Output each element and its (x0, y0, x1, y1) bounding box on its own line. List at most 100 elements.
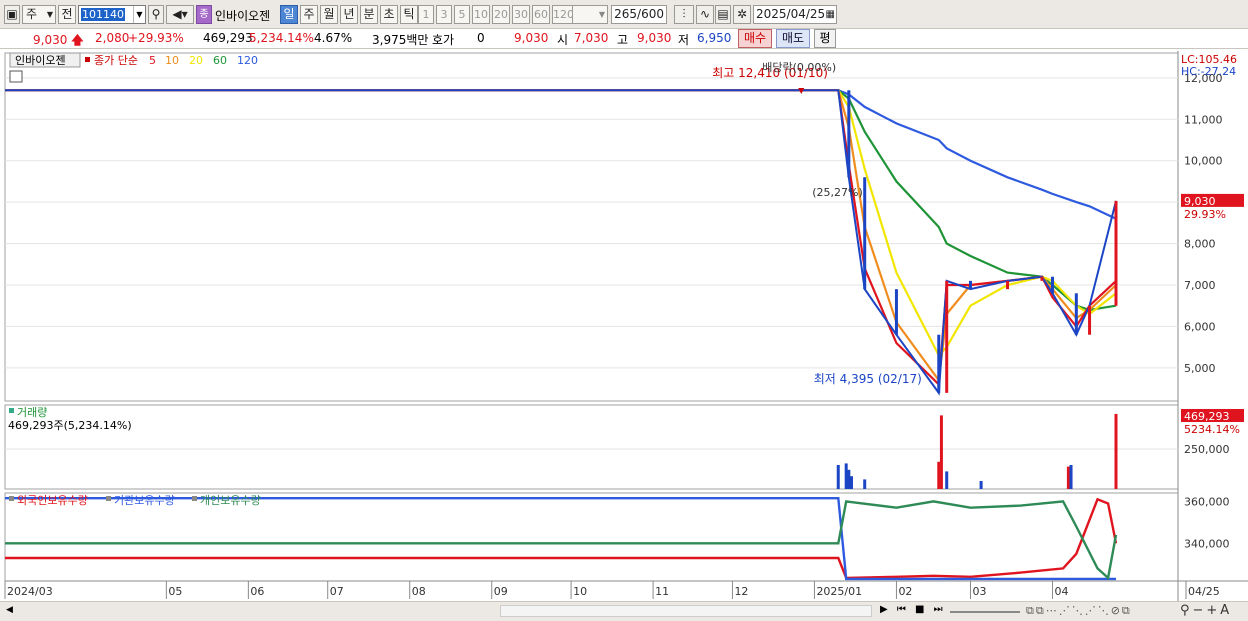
period-tab-3[interactable]: 년 (340, 5, 358, 24)
current-price: 9,030 🡅 (33, 33, 84, 47)
hc-label: HC:-27.24 (1181, 65, 1236, 78)
scroll-thumb[interactable] (500, 605, 872, 617)
x-axis-label: 02 (898, 585, 912, 598)
period-tab-2[interactable]: 월 (320, 5, 338, 24)
indicator-marker (85, 57, 90, 62)
chart-layout-icon[interactable]: ▣ (4, 5, 20, 24)
grid-toggle-icon (9, 70, 23, 83)
gear-icon[interactable]: ✲ (733, 5, 751, 24)
x-axis-label: 12 (734, 585, 748, 598)
low-annotation: 최저 4,395 (02/17) (814, 372, 922, 386)
date-value: 2025/04/25 (756, 7, 826, 21)
minute-tab-1[interactable]: 1 (418, 5, 434, 24)
minute-tab-30[interactable]: 30 (512, 5, 530, 24)
price-tick-label: 8,000 (1184, 238, 1216, 251)
period-unit-select[interactable]: 주 ▼ (22, 5, 56, 24)
x-axis-label: 2024/03 (7, 585, 53, 598)
date-field[interactable]: 2025/04/25 ▦ (753, 5, 837, 24)
price-change: 2,080 (95, 31, 130, 45)
high-label: 고 (617, 33, 629, 47)
ma-legend-20: 20 (189, 54, 203, 67)
interval-select[interactable]: ▼ (572, 5, 608, 24)
sell-button[interactable]: 매도 (776, 29, 810, 48)
playback-controls[interactable]: ▶ ⏮ ■ ⏭ (880, 604, 946, 615)
line-draw-icon[interactable]: ∿ (696, 5, 714, 24)
candle-type-icon[interactable]: ⫶ (674, 5, 694, 24)
ma-legend-5: 5 (149, 54, 156, 67)
period-tab-4[interactable]: 분 (360, 5, 378, 24)
turnover-rate: 4.67% (314, 31, 353, 45)
zoom-controls[interactable]: ⚲−+A (1180, 603, 1232, 618)
bottom-toolbar: ◀ ▶ ⏮ ■ ⏭ ⧉⧉⋯⋰⋱⋰⋱⊘⧉ ⚲−+A (0, 601, 1248, 621)
ma-legend-60: 60 (213, 54, 227, 67)
indicator-label: 종가 단순 (94, 54, 138, 67)
zoom-slider[interactable] (950, 611, 1020, 613)
holdings-tick-label: 340,000 (1184, 537, 1230, 550)
period-unit-label: 주 (26, 7, 38, 21)
volume-bar (849, 476, 853, 489)
holdings-marker (192, 496, 197, 501)
volume-bar (1069, 465, 1073, 489)
stock-code-value: 101140 (81, 8, 125, 21)
volume-bar (1066, 466, 1070, 489)
volume-tag-pct: 5234.14% (1184, 423, 1240, 436)
sound-icon[interactable]: ◀▾ (166, 5, 194, 24)
ma-legend-120: 120 (237, 54, 258, 67)
bar-count-total: /600 (637, 7, 664, 21)
drop-annotation: (25,27%) (812, 186, 863, 199)
minute-tab-10[interactable]: 10 (472, 5, 490, 24)
volume-bar (1114, 413, 1118, 489)
price-tick-label: 5,000 (1184, 362, 1216, 375)
calendar-icon[interactable]: ▦ (826, 6, 835, 23)
x-axis-label: 06 (250, 585, 264, 598)
up-arrow-icon: 🡅 (71, 33, 84, 47)
hoga-label: 호가 (432, 33, 455, 47)
save-icon[interactable]: ▤ (715, 5, 731, 24)
volume-title: 거래량 (17, 406, 47, 419)
volume-value-label: 469,293주(5,234.14%) (8, 419, 132, 432)
x-axis-label: 08 (412, 585, 426, 598)
price-tag-pct: 29.93% (1184, 208, 1226, 221)
volume-bar (844, 463, 848, 489)
volume-tag-value: 469,293 (1184, 410, 1230, 423)
drawing-tools[interactable]: ⧉⧉⋯⋰⋱⋰⋱⊘⧉ (1026, 604, 1132, 618)
volume-bar (939, 415, 943, 489)
x-axis-label: 09 (494, 585, 508, 598)
holdings-marker (106, 496, 111, 501)
minute-tab-3[interactable]: 3 (436, 5, 452, 24)
minute-tab-60[interactable]: 60 (532, 5, 550, 24)
volume-tick-label: 250,000 (1184, 443, 1230, 456)
x-axis-label: 11 (655, 585, 669, 598)
price-tick-label: 7,000 (1184, 279, 1216, 292)
search-icon[interactable]: ⚲ (148, 5, 164, 24)
price-tag: 9,030 (1184, 195, 1216, 208)
holdings-legend-0: 외국인보유수량 (17, 494, 88, 507)
buy-button[interactable]: 매수 (738, 29, 772, 48)
open-label: 시 (557, 33, 569, 47)
chart-svg[interactable]: 12,00011,00010,0009,0008,0007,0006,0005,… (3, 51, 1248, 604)
volume-bar (937, 461, 941, 489)
minute-tab-120[interactable]: 120 (552, 5, 574, 24)
period-tab-1[interactable]: 주 (300, 5, 318, 24)
minute-tab-20[interactable]: 20 (492, 5, 510, 24)
prev-button[interactable]: 전 (58, 5, 76, 24)
holdings-tick-label: 360,000 (1184, 495, 1230, 508)
trading-amount: 3,975백만 (372, 33, 429, 47)
period-tab-6[interactable]: 틱 (400, 5, 418, 24)
x-axis-label: 05 (168, 585, 182, 598)
stock-code-input[interactable]: 101140 ▼ (78, 5, 146, 24)
chevron-down-icon[interactable]: ▼ (133, 6, 145, 23)
stock-badge: 종 (196, 5, 212, 24)
x-axis-label: 07 (330, 585, 344, 598)
chart-area: 12,00011,00010,0009,0008,0007,0006,0005,… (3, 51, 1248, 604)
chevron-down-icon: ▼ (598, 10, 605, 19)
period-tab-5[interactable]: 초 (380, 5, 398, 24)
avg-button[interactable]: 평 (814, 29, 836, 48)
bar-count-input[interactable]: 265/600 (611, 5, 667, 24)
period-tab-0[interactable]: 일 (280, 5, 298, 24)
minute-tab-5[interactable]: 5 (454, 5, 470, 24)
price-change-pct: +29.93% (128, 31, 184, 45)
hoga-value: 0 (477, 31, 485, 45)
low-label: 저 (678, 33, 690, 47)
scroll-left-icon[interactable]: ◀ (6, 605, 13, 615)
